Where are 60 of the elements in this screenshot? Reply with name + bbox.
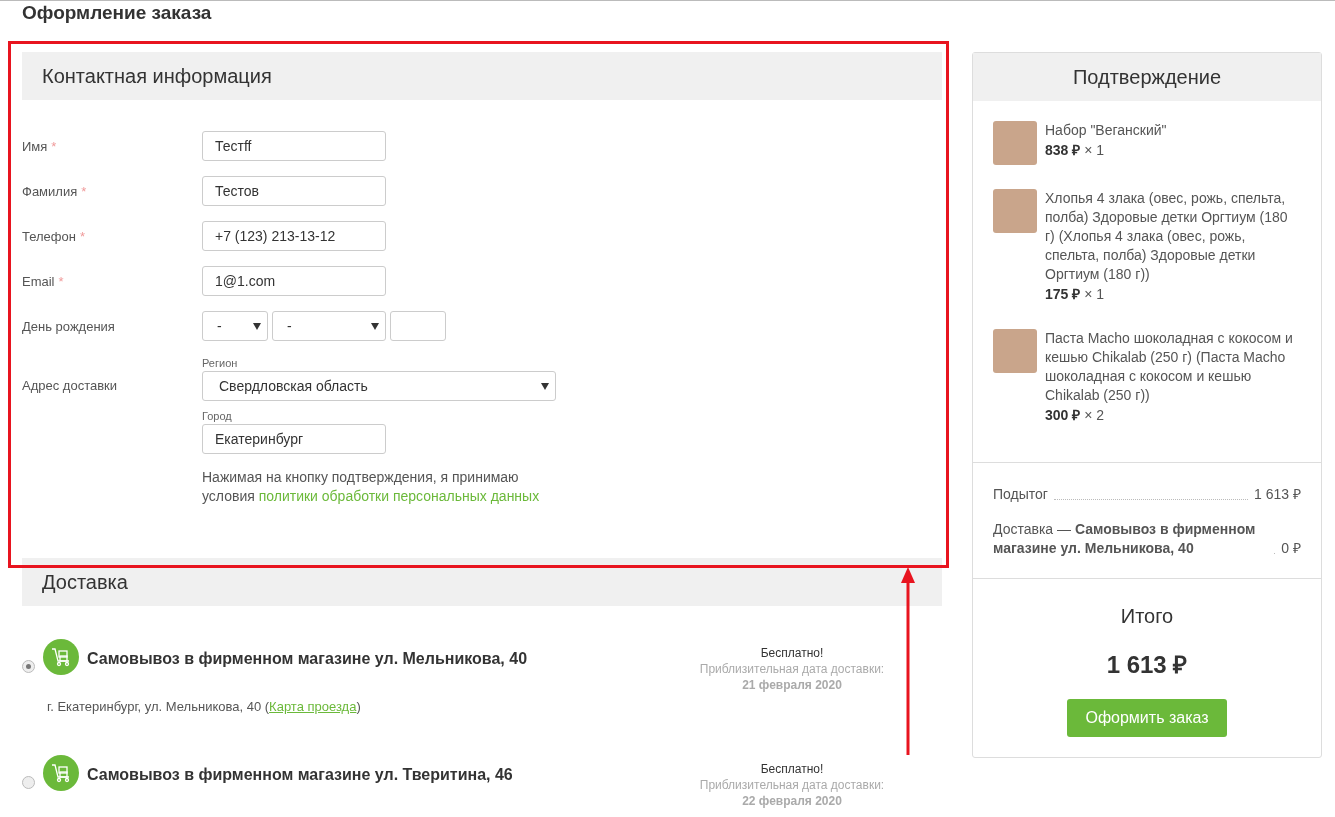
- consent-text: Нажимая на кнопку подтверждения, я принимаю условия политики обработки персональных данных: [202, 468, 541, 506]
- input-field[interactable]: Тестff: [202, 131, 386, 161]
- price-text: Бесплатно!: [759, 645, 825, 661]
- product-name: Паста Macho шоколадная с кокосом и кешью Chikalab (250 г) (Паста Macho шоколадная с кокосом и кешью Chikalab (250 г)): [1045, 329, 1294, 405]
- input-field[interactable]: 1@1.com: [202, 266, 386, 296]
- product-quantity: × 1: [1084, 286, 1105, 302]
- required-mark: *: [79, 229, 85, 244]
- subtotal-value: 1 613 ₽: [1254, 485, 1301, 504]
- required-mark: *: [51, 139, 57, 154]
- option-title: Самовывоз в фирменном магазине ул. Тверитина, 46: [87, 764, 513, 785]
- required-mark: *: [58, 274, 64, 289]
- field-label: Адрес доставки: [22, 378, 118, 393]
- product-name: Набор "Веганский": [1045, 121, 1167, 140]
- product-quantity: × 1: [1084, 142, 1105, 158]
- radio-button[interactable]: [22, 660, 35, 673]
- address-text: г. Екатеринбург, ул. Мельникова, 40 (Карта проезда): [47, 698, 362, 716]
- caret-icon: [541, 382, 549, 390]
- caret-icon: [253, 322, 261, 330]
- product-photo: [993, 189, 1037, 233]
- card-header: Подтверждение: [973, 53, 1321, 101]
- delivery-cost: 0 ₽: [1281, 539, 1301, 558]
- cart-icon: [43, 754, 79, 791]
- field-label: Имя: [22, 139, 48, 154]
- product-photo: [993, 329, 1037, 373]
- input-field[interactable]: +7 (123) 213-13-12: [202, 221, 386, 251]
- subtotal-label: Подытог: [993, 485, 1048, 504]
- region-select[interactable]: Свердловская область: [202, 371, 556, 401]
- day-select[interactable]: -: [202, 311, 268, 341]
- field-label: Фамилия: [22, 184, 78, 199]
- radio-button[interactable]: [22, 775, 35, 789]
- cart-icon: [43, 639, 79, 675]
- year-field[interactable]: [390, 311, 446, 341]
- field-label: Email: [22, 274, 55, 289]
- delivery-label: Доставка — Самовывоз в фирменном магазине ул. Мельникова, 40: [993, 520, 1257, 558]
- caret-icon: [371, 322, 379, 330]
- page-title: Оформление заказа: [22, 1, 213, 25]
- option-title: Самовывоз в фирменном магазине ул. Мельникова, 40: [87, 649, 528, 669]
- product-quantity: × 2: [1084, 407, 1105, 423]
- date-label: Приблизительная дата доставки:: [698, 661, 886, 677]
- field-label: Регион: [202, 356, 239, 370]
- product-photo: [993, 121, 1037, 165]
- city-field[interactable]: Екатеринбург: [202, 424, 386, 454]
- section-header: Контактная информация: [22, 52, 942, 100]
- input-field[interactable]: Тестов: [202, 176, 386, 206]
- field-label: Город: [202, 409, 233, 423]
- date-label: Приблизительная дата доставки:: [698, 776, 886, 793]
- section-header: Доставка: [22, 558, 942, 606]
- price-text: Бесплатно!: [759, 760, 825, 777]
- product-name: Хлопья 4 злака (овес, рожь, спельта, полба) Здоровые детки Оргтиум (180 г) (Хлопья 4 злака (овес, рожь, спельта, полба) Здоровые детки Оргтиум (180 г)): [1045, 189, 1289, 284]
- field-label: Телефон: [22, 229, 76, 244]
- product-price: 838 ₽: [1045, 142, 1081, 158]
- delivery-date: 22 февраля 2020: [741, 792, 843, 809]
- total-value: 1 613 ₽: [1105, 650, 1189, 680]
- required-mark: *: [81, 184, 87, 199]
- product-price: 300 ₽: [1045, 407, 1081, 423]
- delivery-date: 21 февраля 2020: [741, 677, 843, 693]
- total-label: Итого: [1119, 604, 1175, 629]
- field-label: День рождения: [22, 319, 115, 334]
- month-select[interactable]: -: [272, 311, 386, 341]
- product-price: 175 ₽: [1045, 286, 1081, 302]
